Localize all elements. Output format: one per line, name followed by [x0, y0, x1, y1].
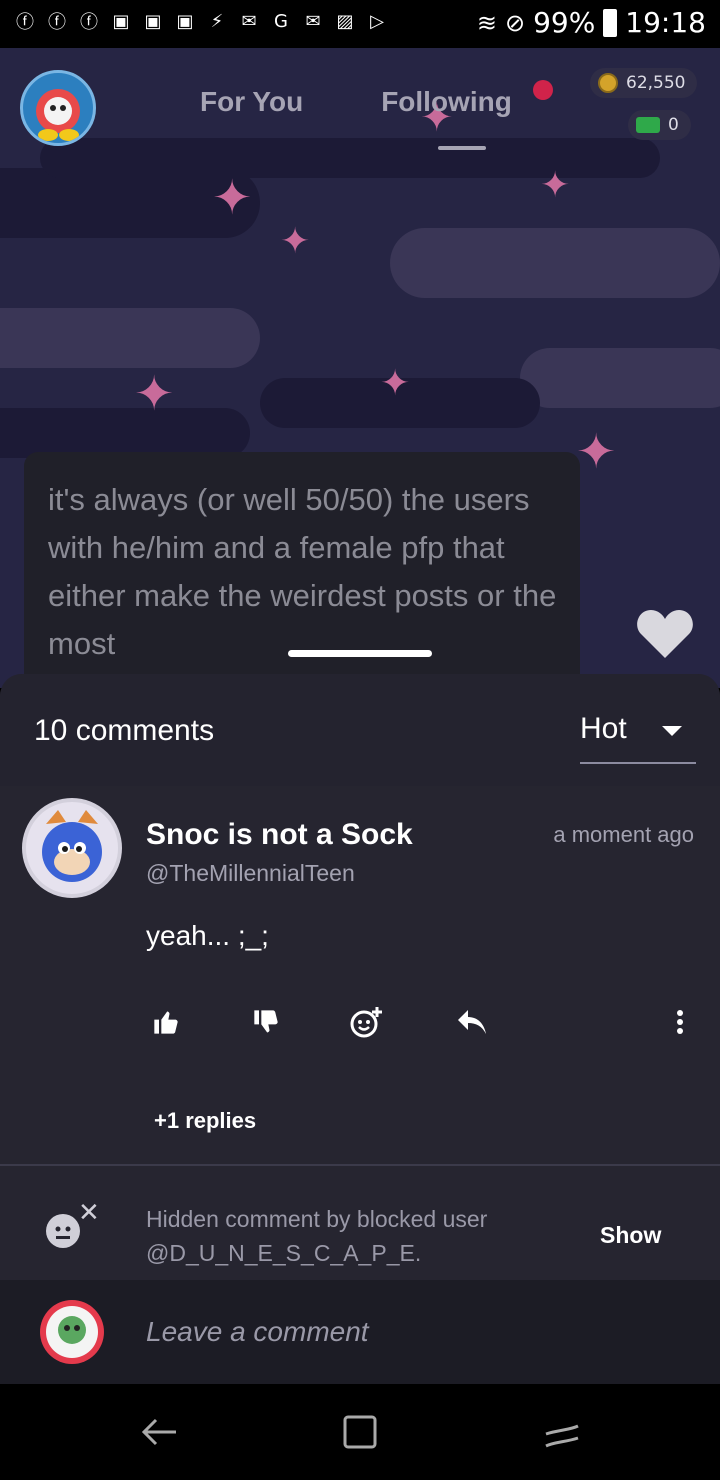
add-reaction-icon[interactable] — [346, 1002, 386, 1042]
play-store-icon: ▷ — [370, 10, 384, 32]
view-replies-link[interactable]: +1 replies — [154, 1108, 256, 1134]
scroll-handle[interactable] — [288, 650, 432, 657]
sort-dropdown[interactable]: Hot — [580, 712, 696, 764]
sort-value: Hot — [580, 712, 627, 745]
post-text: it's always (or well 50/50) the users wi… — [48, 482, 557, 661]
commenter-avatar[interactable] — [22, 798, 122, 898]
image-icon: ▨ — [336, 10, 354, 32]
facebook-icon: ⓕ — [16, 12, 34, 33]
chevron-down-icon — [662, 726, 682, 736]
cash-value: 0 — [668, 115, 679, 135]
comments-sheet: 10 comments Hot Snoc is not a Sock @TheM… — [0, 674, 720, 1384]
bolt-icon: ⚡ — [210, 10, 224, 32]
commenter-name[interactable]: Snoc is not a Sock — [146, 818, 413, 852]
photo-icon: ▣ — [176, 10, 194, 32]
status-bar: ⓕ ⓕ ⓕ ▣ ▣ ▣ ⚡ ✉ G ✉ ▨ ▷ ≋ ⊘ 99% 19:18 — [0, 0, 720, 48]
wifi-icon: ≋ — [476, 8, 497, 37]
system-nav-bar — [0, 1384, 720, 1480]
comment-input[interactable]: Leave a comment — [146, 1316, 369, 1348]
comment-count: 10 comments — [34, 714, 215, 747]
show-button[interactable]: Show — [600, 1222, 661, 1249]
battery-icon — [603, 8, 618, 37]
tab-for-you[interactable]: For You — [200, 86, 303, 118]
cash-icon — [636, 117, 660, 133]
comments-header: 10 comments Hot — [0, 674, 720, 786]
gmail-icon: ✉ — [305, 10, 321, 32]
gmail-icon: ✉ — [241, 10, 257, 32]
my-avatar — [40, 1300, 104, 1364]
thumbs-up-icon[interactable] — [146, 1002, 186, 1042]
close-icon: ✕ — [78, 1198, 100, 1228]
google-icon: G — [274, 10, 288, 32]
coins-counter[interactable]: 62,550 — [590, 68, 698, 98]
clock: 19:18 — [625, 6, 706, 39]
home-icon[interactable] — [542, 1412, 582, 1452]
facebook-icon: ⓕ — [80, 12, 98, 33]
user-avatar-top[interactable] — [20, 70, 96, 146]
coins-value: 62,550 — [626, 73, 686, 93]
tab-indicator — [438, 146, 486, 150]
reply-icon[interactable] — [452, 1002, 492, 1042]
comment-timestamp: a moment ago — [553, 822, 694, 847]
notification-icons: ⓕ ⓕ ⓕ ▣ ▣ ▣ ⚡ ✉ G ✉ ▨ ▷ — [12, 8, 390, 34]
photo-icon: ▣ — [144, 10, 162, 32]
comment-item: Snoc is not a Sock @TheMillennialTeen a … — [0, 792, 720, 1164]
more-options-icon[interactable] — [660, 1002, 700, 1042]
back-icon[interactable] — [140, 1412, 180, 1452]
feed-tabs: For You Following — [200, 86, 512, 118]
dnd-icon: ⊘ — [504, 8, 526, 37]
coin-icon — [598, 73, 618, 93]
blocked-user-icon — [46, 1214, 80, 1248]
cash-counter[interactable]: 0 — [628, 110, 691, 140]
recents-icon[interactable] — [340, 1412, 380, 1452]
photo-icon: ▣ — [112, 10, 130, 32]
facebook-icon: ⓕ — [48, 12, 66, 33]
like-heart-icon[interactable] — [636, 608, 694, 664]
notification-dot — [533, 80, 553, 100]
comment-body: yeah... ;_; — [146, 920, 269, 951]
blocked-comment-text: Hidden comment by blocked user @D_U_N_E_… — [146, 1206, 488, 1266]
comment-composer: Leave a comment — [0, 1280, 720, 1384]
battery-percent: 99% — [533, 6, 596, 39]
comment-actions — [146, 1002, 706, 1042]
commenter-handle[interactable]: @TheMillennialTeen — [146, 860, 355, 887]
tab-following[interactable]: Following — [381, 86, 512, 118]
blocked-comment: ✕ Hidden comment by blocked user @D_U_N_… — [0, 1166, 720, 1282]
thumbs-down-icon[interactable] — [246, 1002, 286, 1042]
status-right: ≋ ⊘ 99% 19:18 — [477, 6, 706, 39]
